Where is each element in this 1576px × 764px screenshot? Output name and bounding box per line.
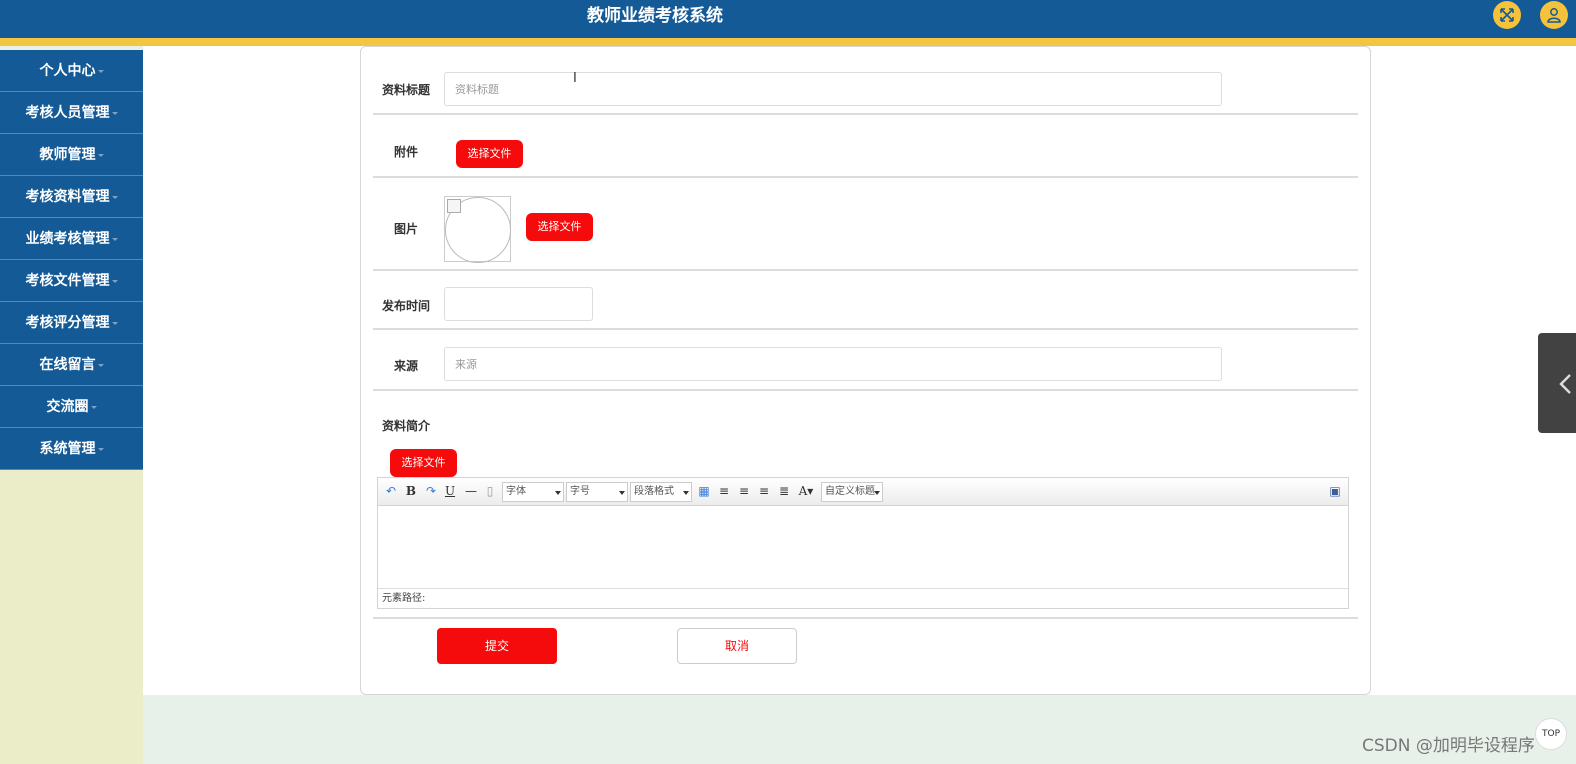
- font-size-select[interactable]: 字号: [566, 482, 628, 502]
- fullscreen-icon: [1500, 8, 1514, 22]
- sidebar-item-label: 业绩考核管理: [25, 231, 110, 247]
- rich-text-editor: ↶ B ↷ U — ▯ 字体 字号 段落格式 ▦ ≡ ≡ ≡ ≣ A▾ 自定义标…: [377, 477, 1349, 609]
- sidebar-item-label: 考核评分管理: [25, 315, 110, 331]
- dropdown-arrow-icon: [683, 491, 689, 495]
- sidebar-item-community[interactable]: 交流圈: [0, 386, 143, 428]
- document-icon[interactable]: ▯: [484, 483, 496, 499]
- user-avatar-button[interactable]: [1540, 1, 1568, 29]
- sidebar-item-label: 系统管理: [39, 441, 96, 457]
- align-justify-icon[interactable]: ≣: [777, 483, 791, 499]
- sidebar-item-label: 考核资料管理: [25, 189, 110, 205]
- app-title: 教师业绩考核系统: [587, 6, 723, 26]
- divider: [373, 113, 1358, 115]
- title-label: 资料标题: [381, 83, 430, 97]
- broken-image-icon: [447, 199, 461, 213]
- intro-label: 资料简介: [381, 419, 430, 433]
- caret-down-icon: [111, 195, 118, 199]
- source-input[interactable]: [444, 347, 1222, 381]
- sidebar-item-file-management[interactable]: 考核文件管理: [0, 260, 143, 302]
- editor-content-area[interactable]: [378, 507, 1348, 588]
- sidebar-item-assessor-management[interactable]: 考核人员管理: [0, 92, 143, 134]
- horizontal-rule-icon[interactable]: —: [464, 483, 478, 499]
- align-left-icon[interactable]: ≡: [717, 483, 731, 499]
- dropdown-arrow-icon: [874, 491, 880, 495]
- underline-icon[interactable]: U: [444, 483, 456, 499]
- sidebar-item-materials-management[interactable]: 考核资料管理: [0, 176, 143, 218]
- divider: [373, 617, 1358, 619]
- caret-down-icon: [97, 363, 104, 367]
- caret-down-icon: [97, 69, 104, 73]
- sidebar-item-label: 考核文件管理: [25, 273, 110, 289]
- sidebar-item-label: 在线留言: [39, 357, 96, 373]
- font-family-select[interactable]: 字体: [502, 482, 564, 502]
- divider: [373, 389, 1358, 391]
- sidebar-item-label: 交流圈: [46, 399, 89, 415]
- attachment-label: 附件: [393, 145, 418, 159]
- caret-down-icon: [111, 237, 118, 241]
- caret-down-icon: [111, 279, 118, 283]
- paragraph-format-select[interactable]: 段落格式: [630, 482, 692, 502]
- dropdown-arrow-icon: [619, 491, 625, 495]
- caret-down-icon: [97, 447, 104, 451]
- caret-down-icon: [90, 405, 97, 409]
- image-preview: [444, 196, 511, 263]
- publish-time-input[interactable]: [444, 287, 593, 321]
- divider: [373, 269, 1358, 271]
- intro-choose-file-button[interactable]: 选择文件: [390, 449, 457, 477]
- source-label: 来源: [393, 359, 418, 373]
- font-color-icon[interactable]: A▾: [797, 483, 815, 499]
- sidebar-item-online-messages[interactable]: 在线留言: [0, 344, 143, 386]
- image-choose-file-button[interactable]: 选择文件: [526, 213, 593, 241]
- submit-button[interactable]: 提交: [437, 628, 557, 664]
- undo-icon[interactable]: ↶: [384, 483, 398, 499]
- top-bar: 教师业绩考核系统: [0, 0, 1576, 38]
- sidebar-item-label: 考核人员管理: [25, 105, 110, 121]
- sidebar-item-system-management[interactable]: 系统管理: [0, 428, 143, 470]
- user-icon: [1547, 8, 1561, 23]
- dropdown-arrow-icon: [555, 491, 561, 495]
- divider: [373, 328, 1358, 330]
- cancel-button[interactable]: 取消: [677, 628, 797, 664]
- title-input[interactable]: [444, 72, 1222, 106]
- table-icon[interactable]: ▦: [697, 483, 711, 499]
- side-collapse-tab[interactable]: [1538, 333, 1576, 433]
- paragraph-format-value: 段落格式: [634, 486, 674, 497]
- sidebar-item-teacher-management[interactable]: 教师管理: [0, 134, 143, 176]
- sidebar: 个人中心 考核人员管理 教师管理 考核资料管理 业绩考核管理 考核文件管理 考核…: [0, 50, 143, 764]
- sidebar-item-personal-center[interactable]: 个人中心: [0, 50, 143, 92]
- sidebar-item-scoring-management[interactable]: 考核评分管理: [0, 302, 143, 344]
- editor-element-path: 元素路径:: [378, 588, 1348, 608]
- sidebar-item-label: 个人中心: [39, 63, 96, 79]
- font-family-value: 字体: [506, 486, 526, 497]
- caret-down-icon: [111, 321, 118, 325]
- image-label: 图片: [393, 222, 418, 236]
- custom-title-select[interactable]: 自定义标题: [821, 482, 883, 502]
- custom-title-value: 自定义标题: [825, 486, 875, 497]
- watermark: CSDN @加明毕设程序: [1362, 736, 1535, 756]
- font-size-value: 字号: [570, 486, 590, 497]
- align-center-icon[interactable]: ≡: [757, 483, 771, 499]
- caret-down-icon: [111, 111, 118, 115]
- sidebar-item-performance-management[interactable]: 业绩考核管理: [0, 218, 143, 260]
- bold-icon[interactable]: B: [405, 483, 417, 499]
- publish-time-label: 发布时间: [381, 299, 430, 313]
- sidebar-item-label: 教师管理: [39, 147, 96, 163]
- text-cursor-icon: I: [573, 71, 577, 86]
- fullscreen-button[interactable]: [1493, 1, 1521, 29]
- caret-down-icon: [97, 153, 104, 157]
- attachment-choose-file-button[interactable]: 选择文件: [456, 140, 523, 168]
- preview-icon[interactable]: ▣: [1328, 483, 1342, 499]
- align-right-icon[interactable]: ≡: [737, 483, 751, 499]
- back-to-top-button[interactable]: TOP: [1535, 718, 1567, 750]
- chevron-left-icon: [1559, 374, 1571, 394]
- editor-toolbar: ↶ B ↷ U — ▯ 字体 字号 段落格式 ▦ ≡ ≡ ≡ ≣ A▾ 自定义标…: [378, 478, 1348, 506]
- divider: [373, 176, 1358, 178]
- redo-icon[interactable]: ↷: [424, 483, 438, 499]
- header-accent-stripe: [0, 38, 1576, 46]
